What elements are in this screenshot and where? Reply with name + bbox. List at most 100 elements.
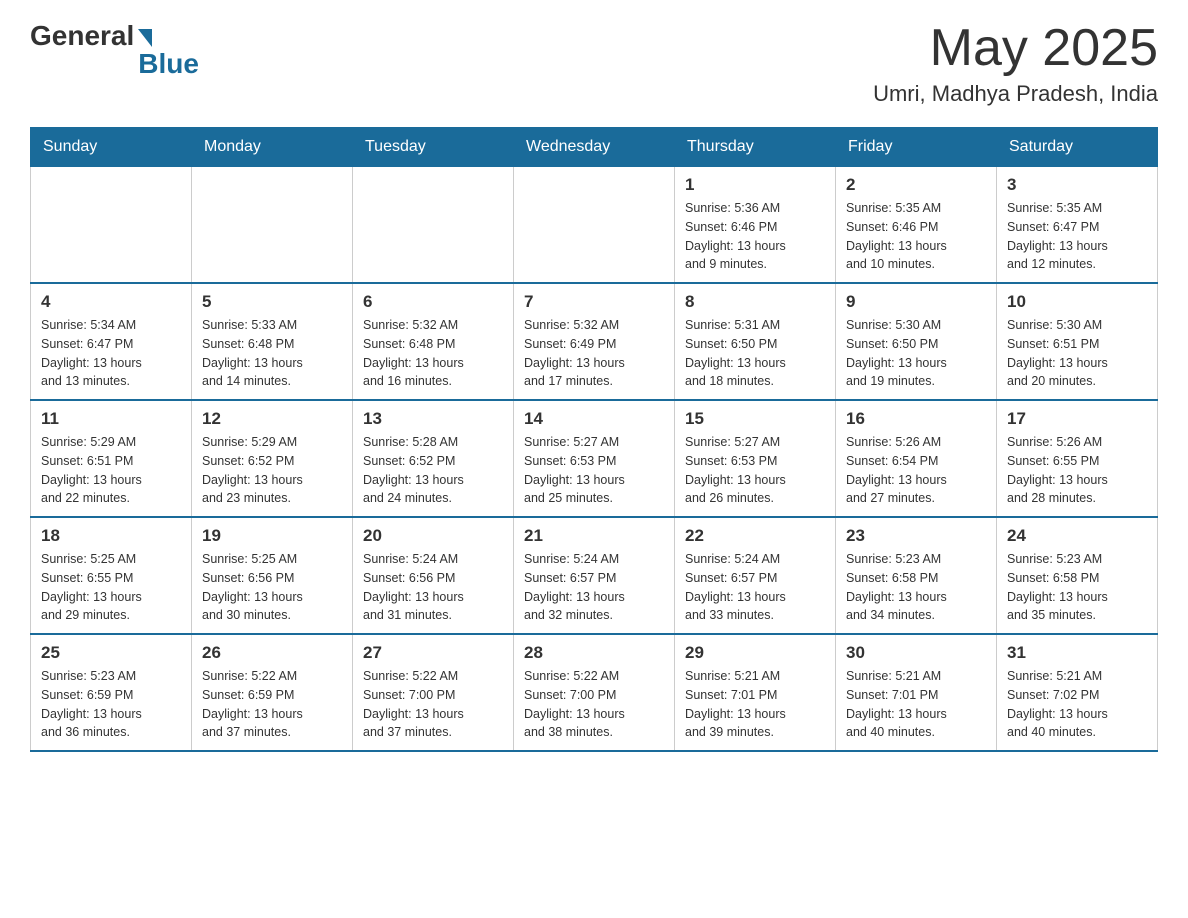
calendar-cell: 23 Sunrise: 5:23 AMSunset: 6:58 PMDayligh… [836,517,997,634]
calendar-table: SundayMondayTuesdayWednesdayThursdayFrid… [30,127,1158,752]
day-number: 19 [202,526,342,546]
day-info: Sunrise: 5:32 AMSunset: 6:49 PMDaylight:… [524,316,664,391]
month-title: May 2025 [873,20,1158,77]
day-number: 22 [685,526,825,546]
day-info: Sunrise: 5:24 AMSunset: 6:57 PMDaylight:… [685,550,825,625]
calendar-cell: 5 Sunrise: 5:33 AMSunset: 6:48 PMDaylight… [192,283,353,400]
day-info: Sunrise: 5:22 AMSunset: 7:00 PMDaylight:… [363,667,503,742]
calendar-cell: 18 Sunrise: 5:25 AMSunset: 6:55 PMDayligh… [31,517,192,634]
day-number: 27 [363,643,503,663]
calendar-cell: 30Sunrise: 5:21 AMSunset: 7:01 PMDayligh… [836,634,997,751]
day-info: Sunrise: 5:31 AMSunset: 6:50 PMDaylight:… [685,316,825,391]
day-number: 16 [846,409,986,429]
calendar-cell [353,167,514,284]
calendar-week-row: 18 Sunrise: 5:25 AMSunset: 6:55 PMDayligh… [31,517,1158,634]
day-number: 17 [1007,409,1147,429]
day-number: 18 [41,526,181,546]
day-number: 8 [685,292,825,312]
day-number: 7 [524,292,664,312]
day-number: 20 [363,526,503,546]
calendar-cell: 2Sunrise: 5:35 AMSunset: 6:46 PMDaylight… [836,167,997,284]
calendar-cell: 1 Sunrise: 5:36 AMSunset: 6:46 PMDaylight… [675,167,836,284]
day-number: 13 [363,409,503,429]
day-number: 10 [1007,292,1147,312]
day-number: 31 [1007,643,1147,663]
day-number: 5 [202,292,342,312]
day-info: Sunrise: 5:33 AMSunset: 6:48 PMDaylight:… [202,316,342,391]
day-info: Sunrise: 5:22 AMSunset: 6:59 PMDaylight:… [202,667,342,742]
logo-blue-text: Blue [138,48,199,80]
day-number: 12 [202,409,342,429]
day-info: Sunrise: 5:21 AMSunset: 7:01 PMDaylight:… [685,667,825,742]
day-info: Sunrise: 5:27 AMSunset: 6:53 PMDaylight:… [685,433,825,508]
calendar-cell: 12 Sunrise: 5:29 AMSunset: 6:52 PMDayligh… [192,400,353,517]
logo: General General Blue [30,20,199,80]
day-info: Sunrise: 5:26 AMSunset: 6:55 PMDaylight:… [1007,433,1147,508]
weekday-header-saturday: Saturday [997,128,1158,167]
calendar-week-row: 25 Sunrise: 5:23 AMSunset: 6:59 PMDayligh… [31,634,1158,751]
day-number: 9 [846,292,986,312]
calendar-cell: 28Sunrise: 5:22 AMSunset: 7:00 PMDayligh… [514,634,675,751]
day-info: Sunrise: 5:35 AMSunset: 6:47 PMDaylight:… [1007,199,1147,274]
calendar-cell: 31 Sunrise: 5:21 AMSunset: 7:02 PMDayligh… [997,634,1158,751]
day-info: Sunrise: 5:26 AMSunset: 6:54 PMDaylight:… [846,433,986,508]
day-info: Sunrise: 5:30 AMSunset: 6:50 PMDaylight:… [846,316,986,391]
calendar-cell [31,167,192,284]
day-number: 1 [685,175,825,195]
day-info: Sunrise: 5:24 AMSunset: 6:57 PMDaylight:… [524,550,664,625]
day-number: 2 [846,175,986,195]
calendar-cell: 9 Sunrise: 5:30 AMSunset: 6:50 PMDaylight… [836,283,997,400]
day-number: 23 [846,526,986,546]
day-number: 24 [1007,526,1147,546]
day-info: Sunrise: 5:23 AMSunset: 6:59 PMDaylight:… [41,667,181,742]
logo-arrow-icon [138,29,152,47]
calendar-cell: 29Sunrise: 5:21 AMSunset: 7:01 PMDayligh… [675,634,836,751]
calendar-cell: 19 Sunrise: 5:25 AMSunset: 6:56 PMDayligh… [192,517,353,634]
day-info: Sunrise: 5:28 AMSunset: 6:52 PMDaylight:… [363,433,503,508]
calendar-week-row: 4 Sunrise: 5:34 AMSunset: 6:47 PMDaylight… [31,283,1158,400]
day-number: 3 [1007,175,1147,195]
day-number: 15 [685,409,825,429]
day-info: Sunrise: 5:24 AMSunset: 6:56 PMDaylight:… [363,550,503,625]
day-info: Sunrise: 5:21 AMSunset: 7:02 PMDaylight:… [1007,667,1147,742]
day-info: Sunrise: 5:30 AMSunset: 6:51 PMDaylight:… [1007,316,1147,391]
calendar-cell: 21 Sunrise: 5:24 AMSunset: 6:57 PMDayligh… [514,517,675,634]
calendar-cell: 10 Sunrise: 5:30 AMSunset: 6:51 PMDayligh… [997,283,1158,400]
page-header: General General Blue May 2025 Umri, Madh… [30,20,1158,107]
calendar-week-row: 1 Sunrise: 5:36 AMSunset: 6:46 PMDaylight… [31,167,1158,284]
day-number: 4 [41,292,181,312]
calendar-cell: 26Sunrise: 5:22 AMSunset: 6:59 PMDayligh… [192,634,353,751]
calendar-cell: 8 Sunrise: 5:31 AMSunset: 6:50 PMDaylight… [675,283,836,400]
day-number: 21 [524,526,664,546]
day-number: 11 [41,409,181,429]
calendar-cell: 3 Sunrise: 5:35 AMSunset: 6:47 PMDaylight… [997,167,1158,284]
calendar-cell: 7 Sunrise: 5:32 AMSunset: 6:49 PMDaylight… [514,283,675,400]
day-info: Sunrise: 5:25 AMSunset: 6:56 PMDaylight:… [202,550,342,625]
day-info: Sunrise: 5:29 AMSunset: 6:52 PMDaylight:… [202,433,342,508]
calendar-cell: 13 Sunrise: 5:28 AMSunset: 6:52 PMDayligh… [353,400,514,517]
calendar-cell: 22 Sunrise: 5:24 AMSunset: 6:57 PMDayligh… [675,517,836,634]
day-info: Sunrise: 5:25 AMSunset: 6:55 PMDaylight:… [41,550,181,625]
day-info: Sunrise: 5:32 AMSunset: 6:48 PMDaylight:… [363,316,503,391]
calendar-cell: 14Sunrise: 5:27 AMSunset: 6:53 PMDayligh… [514,400,675,517]
day-number: 25 [41,643,181,663]
calendar-cell: 11 Sunrise: 5:29 AMSunset: 6:51 PMDayligh… [31,400,192,517]
weekday-header-thursday: Thursday [675,128,836,167]
location-title: Umri, Madhya Pradesh, India [873,81,1158,107]
day-info: Sunrise: 5:29 AMSunset: 6:51 PMDaylight:… [41,433,181,508]
weekday-header-sunday: Sunday [31,128,192,167]
weekday-header-tuesday: Tuesday [353,128,514,167]
day-info: Sunrise: 5:23 AMSunset: 6:58 PMDaylight:… [846,550,986,625]
title-section: May 2025 Umri, Madhya Pradesh, India [873,20,1158,107]
day-info: Sunrise: 5:36 AMSunset: 6:46 PMDaylight:… [685,199,825,274]
weekday-header-wednesday: Wednesday [514,128,675,167]
weekday-header-monday: Monday [192,128,353,167]
day-info: Sunrise: 5:21 AMSunset: 7:01 PMDaylight:… [846,667,986,742]
day-info: Sunrise: 5:34 AMSunset: 6:47 PMDaylight:… [41,316,181,391]
calendar-cell: 16 Sunrise: 5:26 AMSunset: 6:54 PMDayligh… [836,400,997,517]
calendar-cell [514,167,675,284]
calendar-cell: 20 Sunrise: 5:24 AMSunset: 6:56 PMDayligh… [353,517,514,634]
calendar-cell: 17 Sunrise: 5:26 AMSunset: 6:55 PMDayligh… [997,400,1158,517]
day-info: Sunrise: 5:23 AMSunset: 6:58 PMDaylight:… [1007,550,1147,625]
weekday-header-friday: Friday [836,128,997,167]
